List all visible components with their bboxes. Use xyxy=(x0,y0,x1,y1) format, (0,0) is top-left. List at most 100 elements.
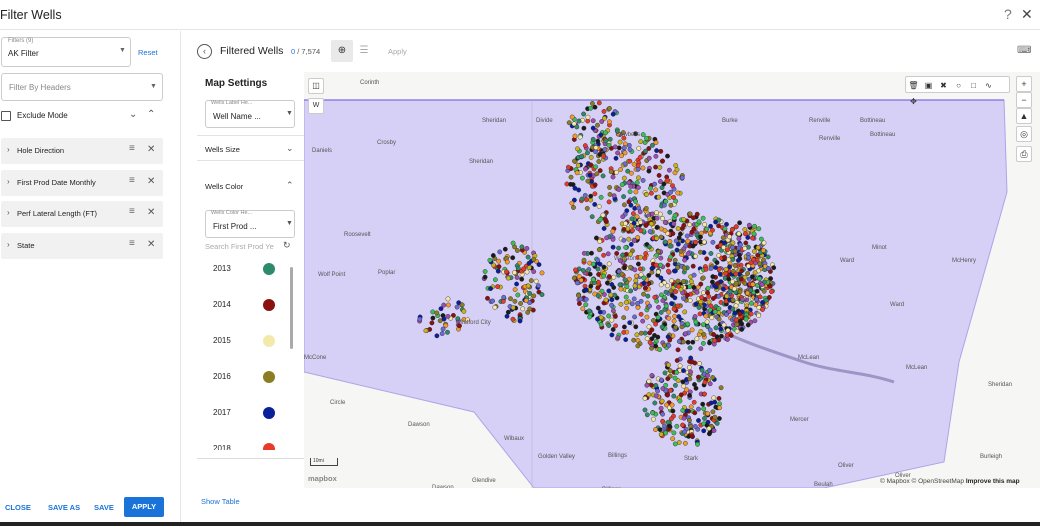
well-marker[interactable] xyxy=(714,281,720,287)
well-marker[interactable] xyxy=(653,164,658,170)
well-marker[interactable] xyxy=(697,249,703,255)
well-marker[interactable] xyxy=(636,175,641,181)
well-marker[interactable] xyxy=(648,221,654,227)
well-marker[interactable] xyxy=(611,274,617,280)
well-marker[interactable] xyxy=(654,225,660,230)
well-marker[interactable] xyxy=(504,269,509,275)
well-marker[interactable] xyxy=(505,275,511,281)
legend-item[interactable]: 2017 xyxy=(197,398,295,428)
well-marker[interactable] xyxy=(689,327,695,333)
well-marker[interactable] xyxy=(733,303,739,309)
well-marker[interactable] xyxy=(597,309,603,315)
labels-icon[interactable]: W xyxy=(308,98,324,114)
well-marker[interactable] xyxy=(648,190,654,196)
well-marker[interactable] xyxy=(653,262,659,268)
well-marker[interactable] xyxy=(609,282,615,287)
well-marker[interactable] xyxy=(706,426,712,431)
well-marker[interactable] xyxy=(621,202,627,208)
locate-icon[interactable]: ◎ xyxy=(1016,126,1032,142)
well-marker[interactable] xyxy=(676,338,682,344)
well-marker[interactable] xyxy=(606,142,612,148)
legend-item[interactable]: 2013 xyxy=(197,254,295,284)
well-marker[interactable] xyxy=(638,254,643,260)
well-marker[interactable] xyxy=(445,329,450,335)
well-marker[interactable] xyxy=(743,316,749,322)
close-icon[interactable]: ✕ xyxy=(1021,6,1033,23)
well-marker[interactable] xyxy=(582,193,588,198)
well-marker[interactable] xyxy=(615,335,621,341)
well-marker[interactable] xyxy=(685,339,691,345)
well-marker[interactable] xyxy=(606,288,612,294)
well-marker[interactable] xyxy=(643,285,648,291)
well-marker[interactable] xyxy=(676,314,682,320)
well-marker[interactable] xyxy=(657,165,663,170)
well-marker[interactable] xyxy=(648,185,653,191)
well-marker[interactable] xyxy=(688,279,694,284)
well-marker[interactable] xyxy=(629,216,635,222)
well-marker[interactable] xyxy=(665,268,671,274)
well-marker[interactable] xyxy=(675,347,681,353)
well-marker[interactable] xyxy=(587,314,592,320)
well-marker[interactable] xyxy=(454,304,460,310)
well-marker[interactable] xyxy=(417,316,423,322)
well-marker[interactable] xyxy=(583,302,589,308)
well-marker[interactable] xyxy=(616,245,621,251)
well-marker[interactable] xyxy=(649,373,655,378)
well-marker[interactable] xyxy=(575,163,581,168)
well-marker[interactable] xyxy=(710,239,716,245)
well-marker[interactable] xyxy=(702,391,707,397)
well-marker[interactable] xyxy=(716,306,722,312)
well-marker[interactable] xyxy=(653,321,658,327)
well-marker[interactable] xyxy=(705,411,711,417)
well-marker[interactable] xyxy=(697,311,703,317)
well-marker[interactable] xyxy=(751,257,756,263)
well-marker[interactable] xyxy=(573,267,578,273)
well-marker[interactable] xyxy=(600,173,606,179)
legend-color-dot[interactable] xyxy=(263,407,275,419)
well-marker[interactable] xyxy=(654,148,659,154)
well-marker[interactable] xyxy=(706,431,712,437)
expand-all-icon[interactable]: ⌄ xyxy=(129,109,137,120)
well-marker[interactable] xyxy=(610,236,616,242)
well-marker[interactable] xyxy=(637,209,643,215)
well-marker[interactable] xyxy=(760,307,765,312)
well-marker[interactable] xyxy=(606,119,612,125)
well-marker[interactable] xyxy=(653,140,659,146)
polyline-icon[interactable]: ∿ xyxy=(981,78,996,93)
well-marker[interactable] xyxy=(592,201,598,207)
well-marker[interactable] xyxy=(655,269,661,275)
well-marker[interactable] xyxy=(748,311,754,317)
well-marker[interactable] xyxy=(611,193,617,199)
well-marker[interactable] xyxy=(733,224,739,230)
well-marker[interactable] xyxy=(707,381,713,387)
wells-size-accordion[interactable]: Wells Size ⌄ xyxy=(197,135,304,161)
well-marker[interactable] xyxy=(671,195,676,200)
well-marker[interactable] xyxy=(673,289,679,295)
well-marker[interactable] xyxy=(438,306,444,312)
well-marker[interactable] xyxy=(678,248,684,254)
close-icon[interactable]: ✖ xyxy=(936,78,951,93)
well-marker[interactable] xyxy=(624,283,630,289)
well-marker[interactable] xyxy=(752,318,758,324)
well-marker[interactable] xyxy=(635,261,641,267)
well-marker[interactable] xyxy=(732,310,738,316)
well-marker[interactable] xyxy=(640,318,646,324)
well-marker[interactable] xyxy=(588,193,594,199)
well-marker[interactable] xyxy=(612,313,618,319)
well-marker[interactable] xyxy=(622,265,627,271)
well-marker[interactable] xyxy=(635,235,641,240)
well-marker[interactable] xyxy=(671,430,677,436)
well-marker[interactable] xyxy=(668,387,673,393)
well-marker[interactable] xyxy=(616,145,622,151)
compass-icon[interactable]: ▲ xyxy=(1016,108,1032,124)
well-marker[interactable] xyxy=(641,291,646,297)
exclude-mode-checkbox[interactable] xyxy=(1,111,11,121)
well-marker[interactable] xyxy=(672,268,678,274)
well-marker[interactable] xyxy=(589,100,595,106)
well-marker[interactable] xyxy=(660,158,665,164)
well-marker[interactable] xyxy=(646,168,652,174)
well-marker[interactable] xyxy=(510,316,516,322)
well-marker[interactable] xyxy=(687,392,692,398)
well-marker[interactable] xyxy=(640,132,646,137)
well-marker[interactable] xyxy=(520,306,526,312)
